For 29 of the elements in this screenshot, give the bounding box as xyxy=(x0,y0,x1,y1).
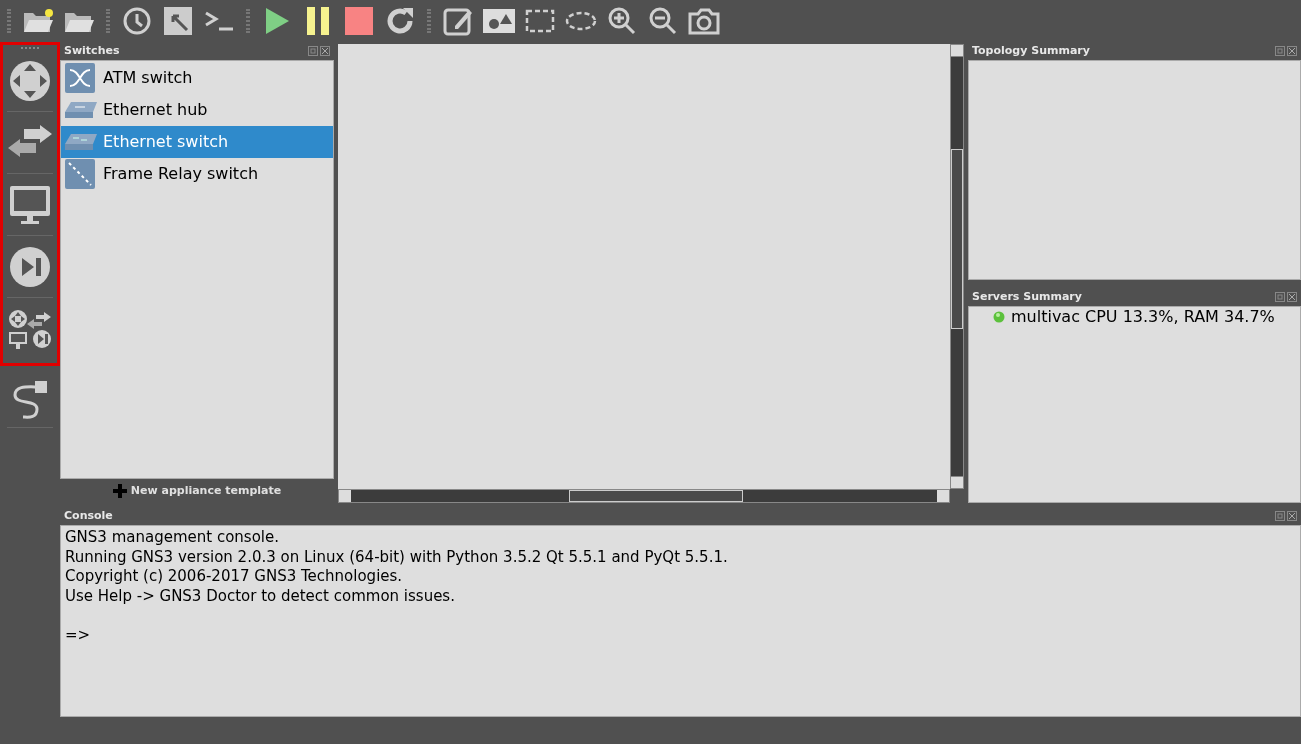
stop-icon[interactable] xyxy=(342,4,376,38)
close-icon[interactable] xyxy=(320,46,330,56)
panel-title: Console xyxy=(64,507,113,524)
console-prompt: => xyxy=(65,625,92,645)
panel-title: Servers Summary xyxy=(972,288,1082,305)
device-list-item[interactable]: ATM switch xyxy=(61,62,333,94)
device-list-item[interactable]: Frame Relay switch xyxy=(61,158,333,190)
atm-switch-icon xyxy=(65,63,97,93)
panel-title: Switches xyxy=(64,42,120,59)
device-list-item[interactable]: Ethernet hub xyxy=(61,94,333,126)
new-template-button[interactable]: New appliance template xyxy=(60,479,334,503)
close-icon[interactable] xyxy=(1287,292,1297,302)
close-icon[interactable] xyxy=(1287,511,1297,521)
console-line: Use Help -> GNS3 Doctor to detect common issues. xyxy=(65,586,456,606)
status-dot-icon xyxy=(993,311,1005,323)
vertical-scrollbar[interactable] xyxy=(950,44,964,489)
close-icon[interactable] xyxy=(1287,46,1297,56)
frame-relay-icon xyxy=(65,159,97,189)
horizontal-scrollbar[interactable] xyxy=(338,489,950,503)
plus-icon xyxy=(112,484,127,498)
console-line: Copyright (c) 2006-2017 GNS3 Technologies. xyxy=(65,567,404,587)
panel-title: Topology Summary xyxy=(972,42,1090,59)
ethernet-switch-icon xyxy=(65,134,97,150)
hub-icon xyxy=(65,102,97,118)
console-line: GNS3 management console. xyxy=(65,528,280,548)
console-output[interactable] xyxy=(60,525,1301,717)
server-status: multivac CPU 13.3%, RAM 34.7% xyxy=(1011,306,1275,328)
console-line: Running GNS3 version 2.0.3 on Linux (64-bit) with Python 3.5.2 Qt 5.5.1 and PyQt 5.5.1. xyxy=(65,547,729,567)
device-list-item[interactable]: Ethernet switch xyxy=(61,126,333,158)
